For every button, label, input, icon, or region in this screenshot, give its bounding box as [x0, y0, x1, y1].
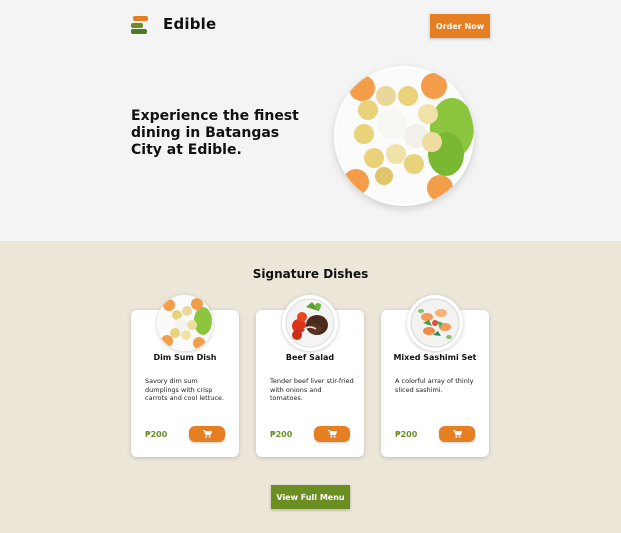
dish-description: A colorful array of thinly sliced sashim… [395, 377, 474, 394]
dish-card-beef-salad: Beef Salad Tender beef liver stir-fried … [256, 295, 364, 457]
dish-price: ₱200 [395, 430, 418, 439]
cart-icon [202, 430, 212, 438]
sashimi-image [407, 295, 463, 351]
edible-logo-icon[interactable] [131, 16, 149, 35]
view-full-menu-button[interactable]: View Full Menu [271, 485, 350, 509]
add-to-cart-button[interactable] [314, 426, 350, 442]
add-to-cart-button[interactable] [189, 426, 225, 442]
dim-sum-plate-image [334, 66, 474, 206]
signature-dishes-title: Signature Dishes [252, 267, 369, 281]
dish-name: Mixed Sashimi Set [393, 353, 477, 362]
dish-price: ₱200 [145, 430, 168, 439]
dish-card-sashimi: Mixed Sashimi Set A colorful array of th… [381, 295, 489, 457]
add-to-cart-button[interactable] [439, 426, 475, 442]
dish-name: Dim Sum Dish [153, 353, 217, 362]
beef-salad-image [282, 295, 338, 351]
order-now-button[interactable]: Order Now [430, 14, 490, 38]
dish-name: Beef Salad [285, 353, 335, 362]
cart-icon [327, 430, 337, 438]
brand-name[interactable]: Edible [163, 15, 216, 33]
hero-headline: Experience the finest dining in Batangas… [131, 108, 299, 158]
cart-icon [452, 430, 462, 438]
dish-price: ₱200 [270, 430, 293, 439]
dish-description: Tender beef liver stir-fried with onions… [270, 377, 354, 402]
dim-sum-image [157, 295, 213, 351]
dish-description: Savory dim sum dumplings with crisp carr… [145, 377, 224, 402]
dish-card-dim-sum: Dim Sum Dish Savory dim sum dumplings wi… [131, 295, 239, 457]
